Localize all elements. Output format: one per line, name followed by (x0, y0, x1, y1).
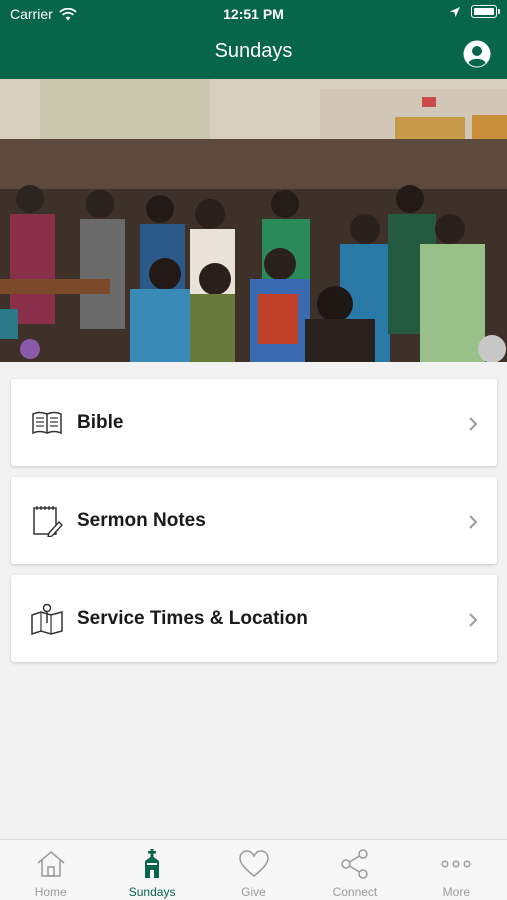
home-icon (37, 851, 65, 877)
status-right (449, 5, 500, 18)
map-pin-icon (31, 603, 63, 635)
status-bar: Carrier 12:51 PM (0, 0, 507, 28)
menu-item-label: Bible (77, 412, 124, 433)
tab-label: More (442, 885, 470, 899)
tab-give[interactable]: Give (203, 840, 304, 900)
menu-item-bible[interactable]: Bible (11, 379, 497, 466)
profile-icon[interactable] (463, 40, 491, 68)
chevron-right-icon (469, 515, 478, 529)
menu-item-service-times[interactable]: Service Times & Location (11, 575, 497, 662)
tab-more[interactable]: More (406, 840, 507, 900)
menu-item-label: Service Times & Location (77, 608, 308, 629)
battery-icon (471, 5, 500, 18)
congregation-photo (0, 79, 507, 362)
chevron-right-icon (469, 417, 478, 431)
status-time: 12:51 PM (223, 6, 284, 22)
tab-home[interactable]: Home (0, 840, 101, 900)
notepad-icon (33, 506, 63, 537)
hero-image (0, 79, 507, 362)
book-icon (32, 411, 62, 435)
tab-bar: Home Sundays Give Connect More (0, 839, 507, 900)
tab-connect[interactable]: Connect (304, 840, 405, 900)
page-title: Sundays (214, 40, 293, 62)
tab-label: Home (34, 885, 67, 899)
app-header: Carrier 12:51 PM Sundays (0, 0, 507, 79)
heart-icon (238, 850, 269, 877)
menu-item-label: Sermon Notes (77, 510, 206, 531)
menu-item-sermon-notes[interactable]: Sermon Notes (11, 477, 497, 564)
more-dots-icon (441, 860, 471, 868)
chevron-right-icon (469, 613, 478, 627)
tab-label: Sundays (128, 885, 176, 899)
church-icon (145, 849, 160, 878)
tab-label: Connect (332, 885, 378, 899)
location-arrow-icon (450, 6, 460, 17)
tab-label: Give (241, 885, 266, 899)
share-icon (341, 849, 368, 879)
tab-sundays[interactable]: Sundays (101, 840, 202, 900)
